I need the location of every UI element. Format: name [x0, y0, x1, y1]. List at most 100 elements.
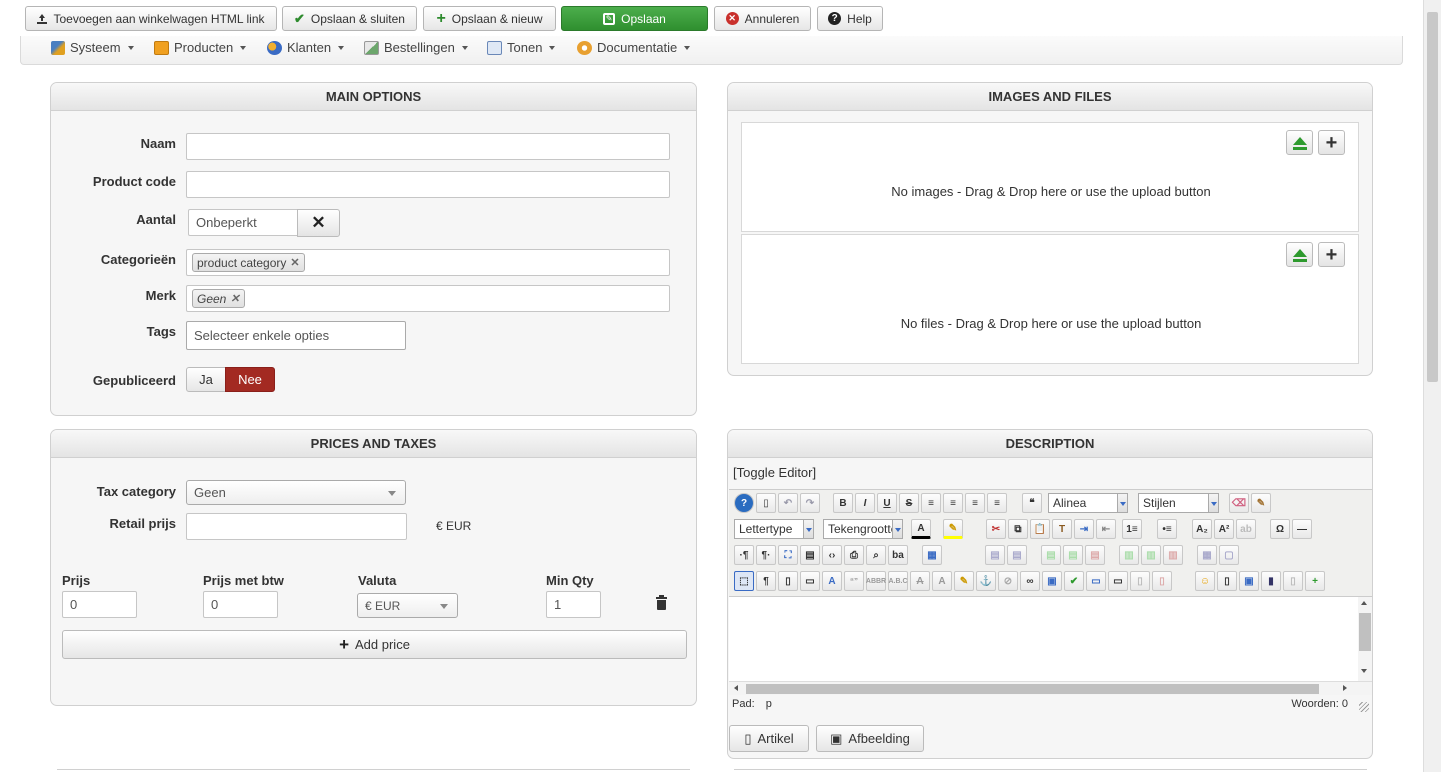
editor-scrollbar-thumb[interactable]: [1359, 613, 1371, 651]
scroll-down-icon[interactable]: [1361, 669, 1367, 673]
rtl-icon[interactable]: ¶·: [756, 545, 776, 565]
remove-tag-icon[interactable]: ✕: [290, 256, 299, 269]
scroll-right-icon[interactable]: [1343, 685, 1347, 691]
resize-handle-icon[interactable]: [1359, 702, 1369, 712]
link-icon[interactable]: ∞: [1020, 571, 1040, 591]
save-new-button[interactable]: + Opslaan & nieuw: [423, 6, 556, 31]
afbeelding-button[interactable]: ▣ Afbeelding: [816, 725, 924, 752]
del-icon[interactable]: A: [910, 571, 930, 591]
menu-klanten[interactable]: Klanten: [267, 40, 345, 55]
trash-icon[interactable]: [656, 595, 667, 610]
files-dropzone[interactable]: + No files - Drag & Drop here or use the…: [741, 234, 1359, 364]
menu-bestellingen[interactable]: Bestellingen: [364, 40, 468, 55]
styles-select[interactable]: Stijlen: [1138, 493, 1219, 513]
superscript-icon[interactable]: A²: [1214, 519, 1234, 539]
delete-row-icon[interactable]: ▤: [1085, 545, 1105, 565]
outdent-icon[interactable]: ⇤: [1096, 519, 1116, 539]
new-page-icon[interactable]: +: [1305, 571, 1325, 591]
embed-icon[interactable]: ▯: [1283, 571, 1303, 591]
cancel-button[interactable]: ✕ Annuleren: [714, 6, 811, 31]
tax-category-select[interactable]: Geen: [186, 480, 406, 505]
add-price-button[interactable]: + Add price: [62, 630, 687, 659]
merk-input[interactable]: Geen ✕: [186, 285, 670, 312]
acronym-icon[interactable]: A.B.C: [888, 571, 908, 591]
layer-icon[interactable]: ▭: [800, 571, 820, 591]
horizontal-rule-icon[interactable]: —: [1292, 519, 1312, 539]
artikel-button[interactable]: ▯ Artikel: [729, 725, 809, 752]
page-scrollbar-thumb[interactable]: [1427, 12, 1438, 382]
menu-tonen[interactable]: Tonen: [487, 40, 556, 55]
categorieen-input[interactable]: product category ✕: [186, 249, 670, 276]
new-document-icon[interactable]: ▯: [756, 493, 776, 513]
template-icon[interactable]: ▯: [778, 571, 798, 591]
insert-col-before-icon[interactable]: ▥: [1119, 545, 1139, 565]
scroll-up-icon[interactable]: [1361, 601, 1367, 605]
tags-input[interactable]: Selecteer enkele opties: [186, 321, 406, 350]
min-qty-input[interactable]: 1: [546, 591, 601, 618]
spellcheck-abc-icon[interactable]: ✔: [1064, 571, 1084, 591]
remove-tag-icon[interactable]: ✕: [230, 292, 239, 305]
path-value[interactable]: p: [766, 698, 772, 710]
ordered-list-icon[interactable]: 1≡: [1122, 519, 1142, 539]
cleanup-icon[interactable]: ✎: [1251, 493, 1271, 513]
underline-icon[interactable]: U: [877, 493, 897, 513]
publish-ja-button[interactable]: Ja: [186, 367, 226, 392]
paste-text-icon[interactable]: T: [1052, 519, 1072, 539]
spellcheck-icon[interactable]: A: [822, 571, 842, 591]
page-scrollbar[interactable]: [1423, 0, 1441, 772]
replace-icon[interactable]: ba: [888, 545, 908, 565]
code-icon[interactable]: ‹›: [822, 545, 842, 565]
valuta-select[interactable]: € EUR: [357, 593, 458, 618]
italic-icon[interactable]: I: [855, 493, 875, 513]
find-icon[interactable]: ⌕: [866, 545, 886, 565]
delete-col-icon[interactable]: ▥: [1163, 545, 1183, 565]
ltr-icon[interactable]: ·¶: [734, 545, 754, 565]
table-row-icon[interactable]: ▤: [985, 545, 1005, 565]
indent-icon[interactable]: ⇥: [1074, 519, 1094, 539]
scroll-left-icon[interactable]: [734, 685, 738, 691]
anchor-icon[interactable]: ⚓: [976, 571, 996, 591]
document-icon[interactable]: ▯: [1217, 571, 1237, 591]
insert-row-before-icon[interactable]: ▤: [1041, 545, 1061, 565]
attributes-icon[interactable]: ✎: [954, 571, 974, 591]
editor-horizontal-scrollbar[interactable]: [729, 681, 1372, 695]
insert-col-after-icon[interactable]: ▥: [1141, 545, 1161, 565]
hr-icon[interactable]: ▭: [1086, 571, 1106, 591]
publish-nee-button[interactable]: Nee: [225, 367, 275, 392]
abbr-icon[interactable]: ABBR: [866, 571, 886, 591]
subscript-icon[interactable]: A₂: [1192, 519, 1212, 539]
images-dropzone[interactable]: + No images - Drag & Drop here or use th…: [741, 122, 1359, 232]
preview-icon[interactable]: ▤: [800, 545, 820, 565]
blockquote-icon[interactable]: ❝: [1022, 493, 1042, 513]
eraser-icon[interactable]: ⌫: [1229, 493, 1249, 513]
prijs-input[interactable]: 0: [62, 591, 137, 618]
bold-icon[interactable]: B: [833, 493, 853, 513]
print-icon[interactable]: ⎙: [844, 545, 864, 565]
table-cell-icon[interactable]: ▤: [1007, 545, 1027, 565]
align-center-icon[interactable]: ≡: [943, 493, 963, 513]
cut-icon[interactable]: ✂: [986, 519, 1006, 539]
copy-icon[interactable]: ⧉: [1008, 519, 1028, 539]
strikethrough-icon[interactable]: S: [899, 493, 919, 513]
aantal-clear-button[interactable]: ✕: [297, 209, 340, 237]
redo-icon[interactable]: ↷: [800, 493, 820, 513]
naam-input[interactable]: [186, 133, 670, 160]
insert-row-after-icon[interactable]: ▤: [1063, 545, 1083, 565]
format-select[interactable]: Alinea: [1048, 493, 1128, 513]
align-justify-icon[interactable]: ≡: [921, 493, 941, 513]
upload-file-button[interactable]: [1286, 242, 1313, 267]
cite-icon[interactable]: “”: [844, 571, 864, 591]
pagebreak-icon[interactable]: ▯: [1152, 571, 1172, 591]
paste-icon[interactable]: 📋: [1030, 519, 1050, 539]
help-button[interactable]: ? Help: [817, 6, 883, 31]
undo-icon[interactable]: ↶: [778, 493, 798, 513]
ins-icon[interactable]: A: [932, 571, 952, 591]
unlink-icon[interactable]: ⊘: [998, 571, 1018, 591]
add-file-button[interactable]: +: [1318, 242, 1345, 267]
media-manager-icon[interactable]: ▣: [1239, 571, 1259, 591]
product-code-input[interactable]: [186, 171, 670, 198]
prijs-btw-input[interactable]: 0: [203, 591, 278, 618]
editor-hscroll-thumb[interactable]: [746, 684, 1319, 694]
font-size-select[interactable]: Tekengrootte: [823, 519, 903, 539]
editor-vertical-scrollbar[interactable]: [1358, 597, 1372, 681]
